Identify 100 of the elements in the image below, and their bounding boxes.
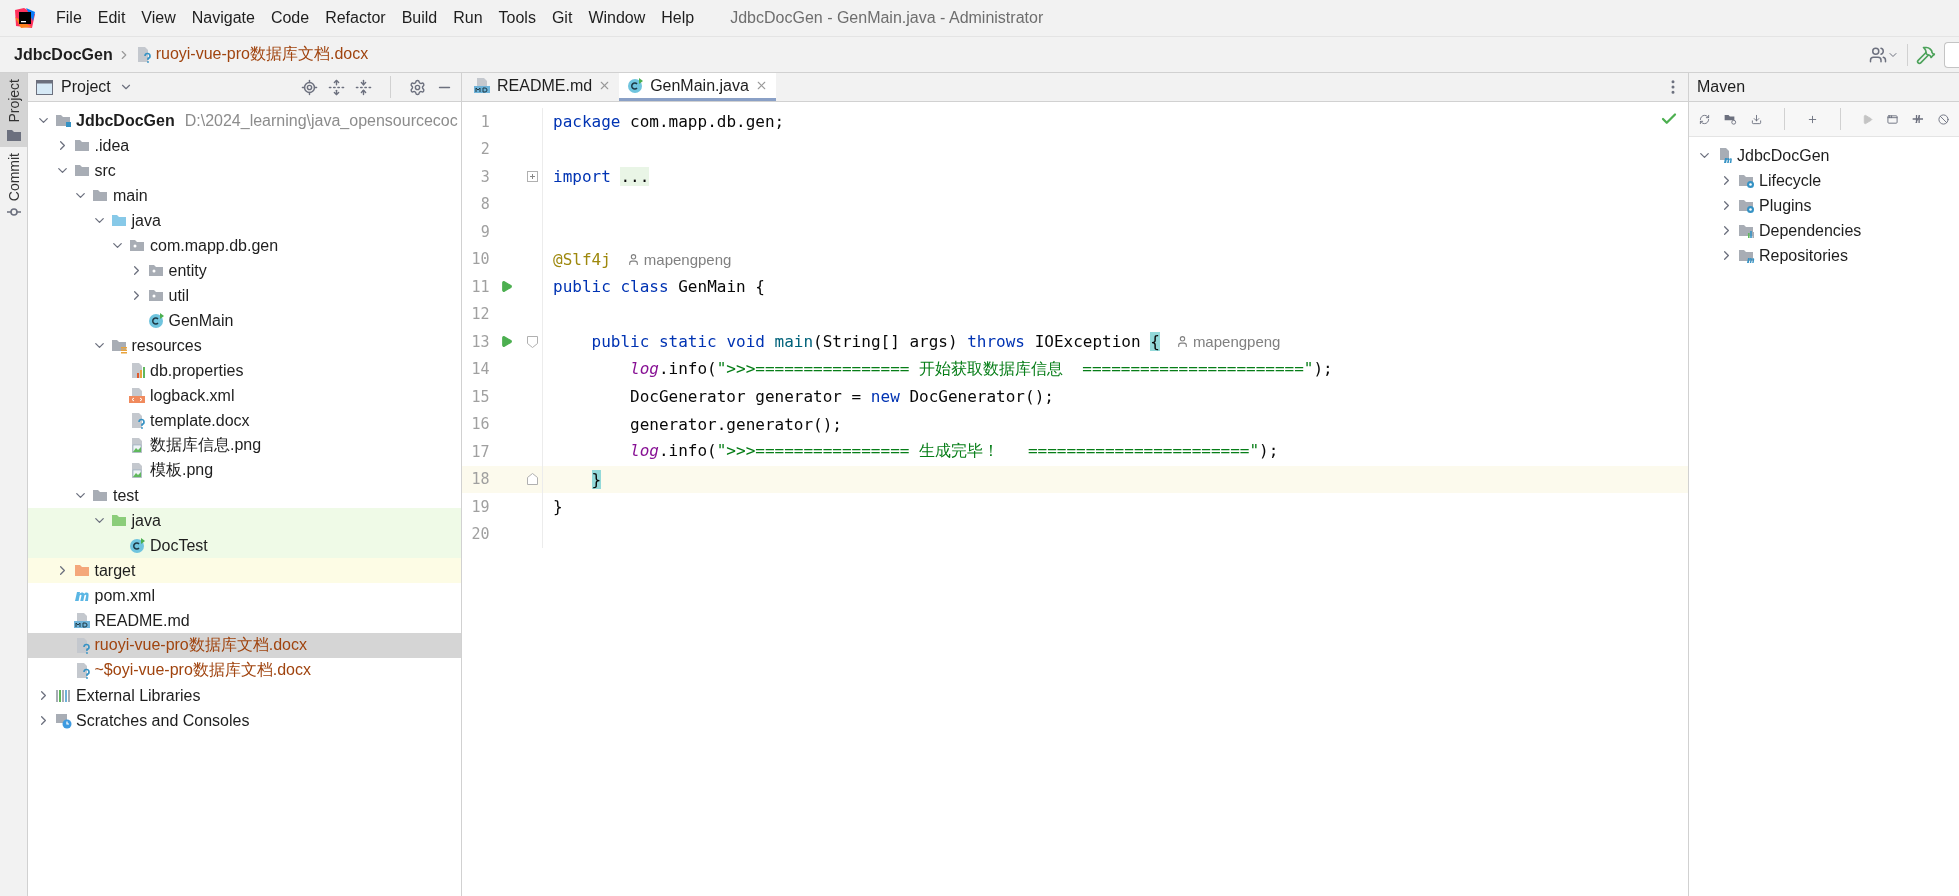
editor-tab[interactable]: GenMain.java [619,73,776,101]
tree-item[interactable]: External Libraries [28,683,461,708]
tree-item[interactable]: ruoyi-vue-pro数据库文档.docx [28,633,461,658]
tree-item[interactable]: pom.xml [28,583,461,608]
fold-plus-icon[interactable] [527,171,539,183]
tree-item[interactable]: 模板.png [28,458,461,483]
menu-item[interactable]: Edit [89,7,134,29]
tree-item[interactable]: test [28,483,461,508]
package-folder-icon [147,287,165,304]
folder-icon [73,562,91,579]
menu-item[interactable]: Build [393,7,446,29]
tree-item[interactable]: resources [28,333,461,358]
tree-item[interactable]: Lifecycle [1689,168,1959,193]
tree-item[interactable]: GenMain [28,308,461,333]
tree-item[interactable]: target [28,558,461,583]
menu-item[interactable]: Refactor [317,7,394,29]
breadcrumb-file[interactable]: ruoyi-vue-pro数据库文档.docx [155,44,369,65]
window-icon [36,79,53,95]
code-line: generator.generator(); [630,414,842,434]
menu-item[interactable]: Window [580,7,654,29]
tree-item[interactable]: Plugins [1689,193,1959,218]
author-hint[interactable]: mapengpeng [643,250,732,268]
line-number: 12 [470,305,490,324]
tree-item[interactable]: com.mapp.db.gen [28,233,461,258]
tree-item[interactable]: java [28,208,461,233]
fold-marker-icon[interactable] [527,473,539,486]
tree-item[interactable]: entity [28,258,461,283]
code-line: package com.mapp.db.gen; [553,112,785,132]
run-icon[interactable] [499,280,513,294]
line-number: 19 [470,497,490,516]
code-line: } [553,497,563,517]
tree-item[interactable]: JdbcDocGen D:\2024_learning\java_opensourcecoc [28,108,461,133]
tree-item[interactable]: README.md [28,608,461,633]
fold-marker-icon[interactable] [527,335,539,348]
line-number: 14 [470,360,490,379]
tree-label: 数据库信息.png [150,435,262,455]
tree-item[interactable]: java [28,508,461,533]
code-line: log.info(">>>================ 开始获取数据库信息 ======================="); [630,358,1333,380]
class-icon [129,537,146,554]
expand-all-icon[interactable] [328,78,345,96]
folder-icon [73,162,91,179]
line-number: 2 [479,140,490,159]
package-folder-icon [147,262,165,279]
tree-item[interactable]: src [28,158,461,183]
tree-item[interactable]: 数据库信息.png [28,433,461,458]
menu-item[interactable]: Help [653,7,703,29]
tree-item[interactable]: DocTest [28,533,461,558]
package-folder-icon [129,237,146,254]
run-icon[interactable] [499,335,513,349]
tree-item[interactable]: db.properties [28,358,461,383]
folder-icon [110,212,128,229]
tree-item[interactable]: Dependencies [1689,218,1959,243]
hammer-icon[interactable] [1916,44,1936,65]
maven-folder-icon [1738,247,1755,264]
tree-label: template.docx [150,411,250,430]
menu-item[interactable]: Tools [490,7,544,29]
folder-icon [73,137,91,154]
person-icon [626,252,640,266]
locate-icon[interactable] [301,78,318,96]
menu-item[interactable]: Git [543,7,581,29]
tree-item[interactable]: main [28,183,461,208]
tree-label: Scratches and Consoles [76,711,250,730]
tree-item[interactable]: logback.xml [28,383,461,408]
menu-item[interactable]: Run [445,7,491,29]
tree-label: External Libraries [76,686,201,705]
code-line: public static void main(String[] args) throws IOException { [591,332,1160,352]
line-number: 8 [479,195,490,214]
class-icon [627,77,645,94]
line-number: 10 [470,250,490,269]
tree-label: Plugins [1759,196,1812,215]
tree-item[interactable]: Scratches and Consoles [28,708,461,733]
side-tab[interactable]: Project [0,73,27,147]
users-dropdown-icon[interactable] [1869,45,1899,64]
tree-item[interactable]: JdbcDocGen [1689,143,1959,168]
settings-icon[interactable] [409,78,426,96]
author-hint[interactable]: mapengpeng [1192,333,1281,351]
line-number: 16 [470,415,490,434]
menu-item[interactable]: View [133,7,184,29]
menu-item[interactable]: Navigate [183,7,263,29]
menu-item[interactable]: File [48,7,90,29]
tree-item[interactable]: template.docx [28,408,461,433]
side-tab[interactable]: Commit [0,146,27,223]
tree-label: JdbcDocGen [1737,146,1830,165]
panel-title[interactable]: Project [61,78,111,96]
editor-tab[interactable]: README.md [466,73,620,101]
tree-item[interactable]: .idea [28,133,461,158]
collapse-all-icon[interactable] [355,78,372,96]
tree-item[interactable]: ~$oyi-vue-pro数据库文档.docx [28,658,461,683]
person-icon [1175,335,1189,349]
app-logo-icon [14,7,36,29]
tree-label: DocTest [150,536,208,555]
class-icon [147,312,165,329]
tree-item[interactable]: util [28,283,461,308]
tree-label: ~$oyi-vue-pro数据库文档.docx [94,660,311,680]
tree-label: src [94,161,116,180]
code-line: public class GenMain { [553,277,765,297]
menu-item[interactable]: Code [262,7,318,29]
line-number: 13 [470,332,490,351]
breadcrumb-project[interactable]: JdbcDocGen [14,45,113,64]
tree-item[interactable]: Repositories [1689,243,1959,268]
